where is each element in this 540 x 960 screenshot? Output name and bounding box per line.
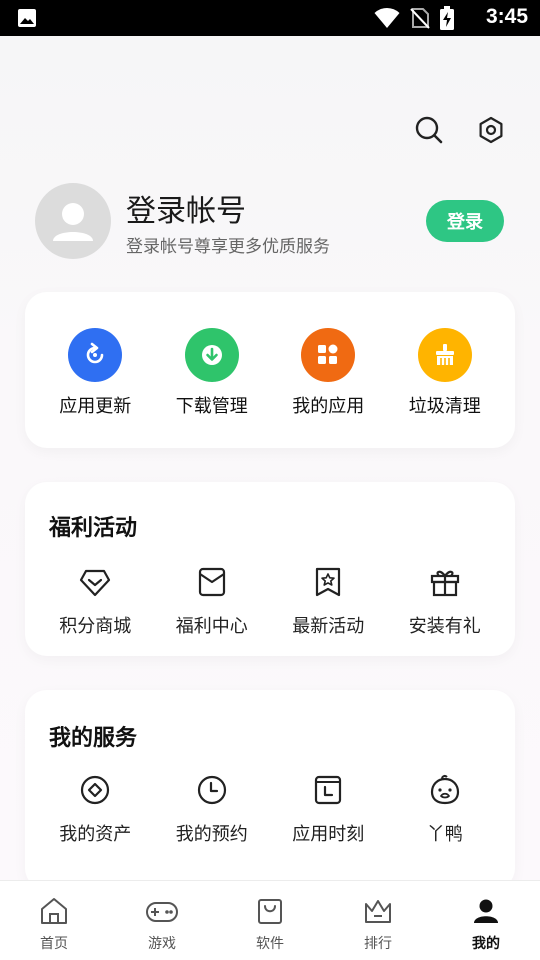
welfare-item-label: 福利中心 [175, 616, 248, 637]
gallery-icon [17, 8, 37, 32]
quick-action-app-update[interactable]: 应用更新 [37, 328, 154, 418]
nav-tab-home[interactable]: 首页 [0, 881, 108, 960]
profile-title[interactable]: 登录帐号 [126, 186, 246, 230]
service-item-label: 应用时刻 [292, 824, 365, 845]
welfare-item-install-gift[interactable]: 安装有礼 [387, 562, 504, 638]
bookmark-star-icon [308, 562, 348, 602]
status-bar: 3:45 [0, 0, 540, 36]
welfare-item-points-mall[interactable]: 积分商城 [37, 562, 154, 638]
settings-hexagon-icon [476, 115, 506, 149]
quick-action-cleanup[interactable]: 垃圾清理 [387, 328, 504, 418]
nav-label: 软件 [256, 936, 284, 952]
download-icon [184, 328, 239, 382]
status-time: 3:45 [485, 5, 528, 28]
crown-icon [363, 897, 393, 929]
bag-icon [256, 897, 284, 929]
home-icon [39, 897, 69, 929]
quick-action-my-apps[interactable]: 我的应用 [270, 328, 387, 418]
service-item-label: 我的资产 [59, 824, 132, 845]
welfare-card: 福利活动 积分商城 福利中心 最新活动 安装有礼 [25, 482, 515, 656]
nav-label: 排行 [364, 936, 392, 952]
nav-label: 我的 [472, 936, 500, 952]
profile-subtitle: 登录帐号尊享更多优质服务 [126, 237, 330, 257]
services-card: 我的服务 我的资产 我的预约 应用时刻 丫鸭 [25, 690, 515, 890]
person-icon [472, 897, 500, 929]
service-item-my-reservations[interactable]: 我的预约 [154, 770, 271, 846]
login-button[interactable]: 登录 [426, 200, 504, 242]
welfare-item-label: 最新活动 [292, 616, 365, 637]
quick-action-download-manager[interactable]: 下载管理 [154, 328, 271, 418]
avatar[interactable] [35, 183, 111, 259]
nav-tab-ranking[interactable]: 排行 [324, 881, 432, 960]
refresh-icon [68, 328, 123, 382]
gift-icon [425, 562, 465, 602]
service-item-my-assets[interactable]: 我的资产 [37, 770, 154, 846]
battery-charging-icon [440, 6, 454, 34]
search-button[interactable] [411, 114, 447, 150]
service-item-label: 我的预约 [175, 824, 248, 845]
quick-action-label: 垃圾清理 [408, 396, 481, 417]
no-sim-icon [410, 7, 430, 33]
welfare-item-welfare-center[interactable]: 福利中心 [154, 562, 271, 638]
search-icon [414, 115, 444, 149]
services-title: 我的服务 [49, 726, 138, 751]
quick-action-label: 我的应用 [292, 396, 365, 417]
welfare-item-latest-events[interactable]: 最新活动 [270, 562, 387, 638]
welfare-item-label: 安装有礼 [408, 616, 481, 637]
nav-tab-games[interactable]: 游戏 [108, 881, 216, 960]
app-time-icon [308, 770, 348, 810]
service-item-app-time[interactable]: 应用时刻 [270, 770, 387, 846]
wifi-icon [374, 7, 400, 33]
diamond-icon [75, 562, 115, 602]
quick-actions-card: 应用更新 下载管理 我的应用 垃圾清理 [25, 292, 515, 448]
duck-icon [425, 770, 465, 810]
envelope-icon [192, 562, 232, 602]
nav-tab-mine[interactable]: 我的 [432, 881, 540, 960]
service-item-duck[interactable]: 丫鸭 [387, 770, 504, 846]
quick-action-label: 下载管理 [175, 396, 248, 417]
bottom-navigation: 首页 游戏 软件 排行 我的 [0, 880, 540, 960]
welfare-title: 福利活动 [49, 516, 138, 541]
apps-icon [301, 328, 356, 382]
nav-label: 游戏 [148, 936, 176, 952]
broom-icon [417, 328, 472, 382]
asset-coin-icon [75, 770, 115, 810]
nav-label: 首页 [40, 936, 68, 952]
service-item-label: 丫鸭 [426, 824, 463, 845]
clock-icon [192, 770, 232, 810]
quick-action-label: 应用更新 [59, 396, 132, 417]
nav-tab-software[interactable]: 软件 [216, 881, 324, 960]
gamepad-icon [145, 897, 179, 929]
default-user-icon [53, 203, 93, 241]
welfare-item-label: 积分商城 [59, 616, 132, 637]
settings-button[interactable] [473, 114, 509, 150]
